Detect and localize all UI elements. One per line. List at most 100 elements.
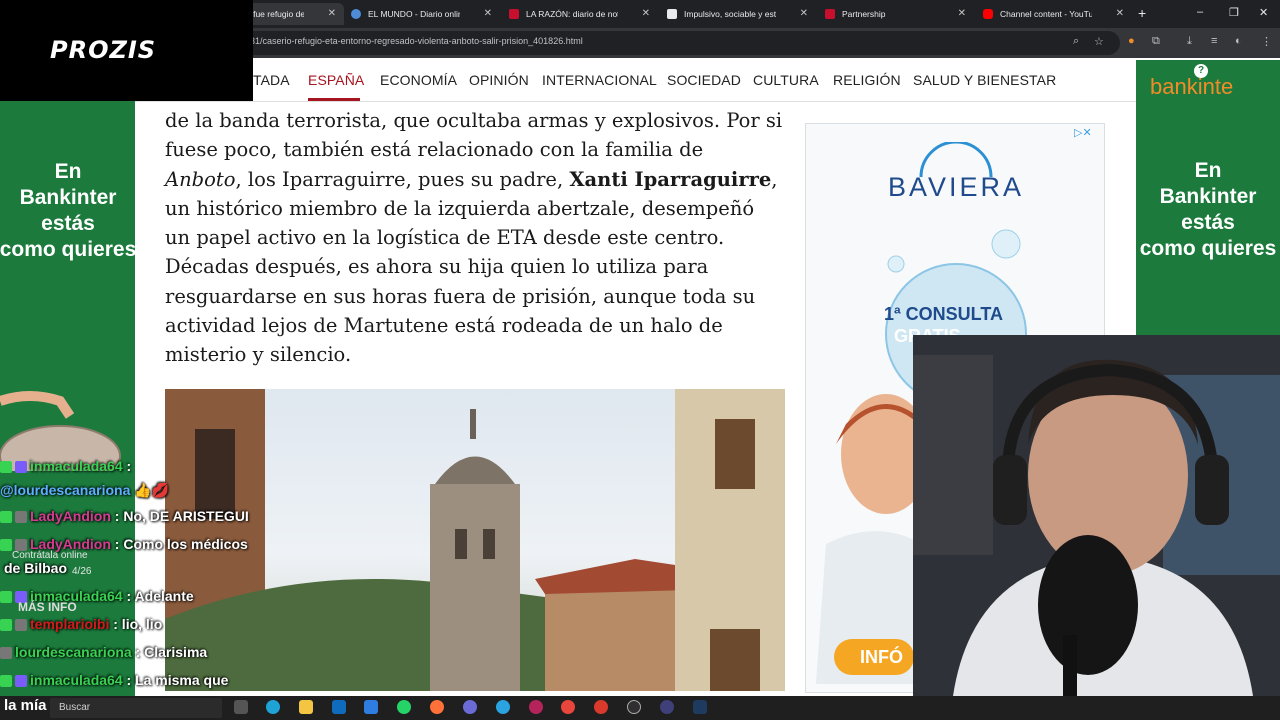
streamer-webcam [913, 335, 1280, 696]
close-icon[interactable]: ✕ [800, 3, 808, 25]
ad-text: En Bankinter estás como quieres [1136, 158, 1280, 262]
mas-info-text[interactable]: MÁS INFO [18, 600, 77, 614]
new-tab-button[interactable]: + [1138, 5, 1146, 21]
media-icon[interactable]: ≡ [1211, 35, 1217, 47]
article-italic: Anboto [165, 167, 236, 191]
chat-message: inmaculada64 : [0, 458, 131, 482]
menu-dots-icon[interactable]: ⋮ [1261, 35, 1272, 48]
nav-item-opinion[interactable]: OPINIÓN [469, 72, 529, 88]
app-icon[interactable] [463, 700, 477, 714]
app-icon[interactable] [529, 700, 543, 714]
baviera-consulta-text: 1ª CONSULTA [884, 304, 1003, 324]
app-icon[interactable] [594, 700, 608, 714]
chat-text: : [122, 458, 132, 474]
ad-line: como quieres [1139, 237, 1277, 260]
nav-active-indicator [308, 98, 360, 101]
tab-label: Channel content - YouTube Stu [1000, 9, 1092, 19]
tab-impulsivo[interactable]: Impulsivo, sociable y estresado ✕ [658, 3, 816, 25]
article-text: de la banda terrorista, que ocultaba arm… [165, 109, 783, 162]
close-icon[interactable]: ✕ [1116, 3, 1124, 25]
stream-chat: inmaculada64 : @lourdescanariona 👍💋 Lady… [0, 450, 285, 696]
adchoices-icon[interactable]: ▷✕ [1074, 126, 1092, 139]
tab-label: LA RAZÓN: diario de noticias, ú [526, 9, 618, 19]
nav-item-salud[interactable]: SALUD Y BIENESTAR [913, 72, 1056, 88]
badge-icon [0, 647, 12, 660]
ad-line: estás [1181, 211, 1235, 234]
tab-label: Partnership [842, 9, 886, 19]
close-icon[interactable]: ✕ [328, 3, 336, 25]
file-explorer-icon[interactable] [299, 700, 313, 714]
extension-icon[interactable]: ● [1128, 35, 1135, 47]
maximize-button[interactable]: ❐ [1229, 6, 1239, 19]
ad-contrata-text: Contrátala online [12, 550, 88, 561]
close-icon[interactable]: ✕ [958, 3, 966, 25]
chat-username[interactable]: lourdescanariona [15, 644, 132, 660]
tab-elmundo[interactable]: EL MUNDO - Diario online líde ✕ [342, 3, 500, 25]
nav-item-espana[interactable]: ESPAÑA [308, 72, 364, 88]
chat-text: : Adelante [122, 588, 194, 604]
chat-message: LadyAndion : No, DE ARISTEGUI [0, 508, 249, 532]
nav-item-sociedad[interactable]: SOCIEDAD [667, 72, 741, 88]
badge-icon [0, 619, 12, 632]
badge-icon [15, 511, 27, 524]
outlook-icon[interactable] [332, 700, 346, 714]
edge-icon[interactable] [266, 700, 280, 714]
obs-icon[interactable] [627, 700, 641, 714]
zoom-icon[interactable]: ⌕ [1073, 35, 1079, 48]
firefox-icon[interactable] [430, 700, 444, 714]
tab-larazon[interactable]: LA RAZÓN: diario de noticias, ú ✕ [500, 3, 658, 25]
chat-username[interactable]: inmaculada64 [30, 672, 123, 688]
chat-message: @lourdescanariona 👍💋 [0, 482, 169, 506]
minimize-button[interactable]: – [1197, 6, 1203, 18]
mail-icon[interactable] [364, 700, 378, 714]
nav-item-cultura[interactable]: CULTURA [753, 72, 819, 88]
terminal-icon[interactable] [693, 700, 707, 714]
nav-item-internacional[interactable]: INTERNACIONAL [542, 72, 657, 88]
profile-avatar[interactable]: ◐ [1235, 35, 1242, 47]
chat-message: lourdescanariona : Clarisima [0, 644, 207, 668]
chat-partial-text: la mía [4, 697, 47, 714]
nav-item-religion[interactable]: RELIGIÓN [833, 72, 901, 88]
chat-username[interactable]: templarioibi [30, 616, 109, 632]
badge-icon [0, 591, 12, 604]
task-view-icon[interactable] [234, 700, 248, 714]
partnership-icon [825, 9, 835, 19]
close-icon[interactable]: ✕ [484, 3, 492, 25]
ad-line: Bankinter [19, 186, 117, 209]
telegram-icon[interactable] [496, 700, 510, 714]
prozis-logo: PROZIS [50, 36, 157, 64]
window-close-button[interactable]: ✕ [1259, 6, 1268, 19]
chat-message: templarioibi : lio, lio [0, 616, 162, 640]
app-icon[interactable] [660, 700, 674, 714]
baviera-info-button[interactable]: INFÓ [834, 639, 914, 675]
puzzle-icon[interactable]: ⧉ [1152, 35, 1160, 48]
prozis-overlay: PROZIS [0, 0, 253, 101]
ad-date-text: 4/26 [72, 566, 92, 577]
chat-username[interactable]: LadyAndion [30, 508, 111, 524]
tab-label: e fue refugio de ET [246, 9, 304, 19]
tab-youtube-studio[interactable]: Channel content - YouTube Stu ✕ [974, 3, 1132, 25]
bankinter-ad-right[interactable]: ? bankinte En Bankinter estás como quier… [1136, 60, 1280, 335]
taskbar-search[interactable]: Buscar [50, 698, 222, 718]
bookmark-star-icon[interactable]: ☆ [1094, 35, 1104, 48]
nav-item-economia[interactable]: ECONOMÍA [380, 72, 457, 88]
chat-username[interactable]: inmaculada64 [30, 458, 123, 474]
ad-line: Bankinter [1159, 185, 1257, 208]
chat-text: de Bilbao [4, 560, 68, 576]
chat-message: inmaculada64 : La misma que [0, 672, 228, 696]
chat-text: : No, DE ARISTEGUI [110, 508, 249, 524]
tab-label: Impulsivo, sociable y estresado [684, 9, 776, 19]
close-icon[interactable]: ✕ [642, 3, 650, 25]
download-icon[interactable]: ⤓ [1187, 35, 1192, 48]
ad-line: como quieres [0, 238, 137, 261]
chrome-icon[interactable] [561, 700, 575, 714]
tab-label: EL MUNDO - Diario online líde [368, 9, 460, 19]
ad-line: En [1194, 159, 1222, 182]
article-bold-link[interactable]: Xanti Iparraguirre [569, 168, 771, 191]
article-text: , un histórico miembro de la izquierda a… [165, 167, 778, 367]
url-text[interactable]: 260331/caserio-refugio-eta-entorno-regre… [230, 36, 583, 46]
nav-item-portada[interactable]: TADA [253, 72, 290, 88]
whatsapp-icon[interactable] [397, 700, 411, 714]
tab-partnership[interactable]: Partnership ✕ [816, 3, 974, 25]
ad-line: En [54, 160, 82, 183]
